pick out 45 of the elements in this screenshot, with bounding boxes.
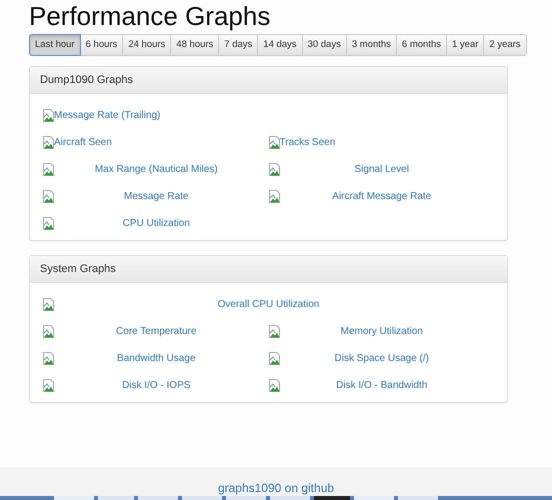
- time-range-button[interactable]: 7 days: [218, 34, 258, 56]
- broken-image-icon: [268, 379, 280, 392]
- time-range-button[interactable]: 2 years: [483, 34, 527, 56]
- github-link[interactable]: graphs1090 on github: [218, 481, 334, 495]
- graph-link[interactable]: Disk I/O - IOPS: [122, 379, 190, 392]
- time-range-button[interactable]: 14 days: [257, 34, 303, 56]
- time-range-button[interactable]: 6 months: [396, 34, 447, 56]
- time-range-button[interactable]: 24 hours: [122, 34, 172, 56]
- graph-link[interactable]: Overall CPU Utilization: [218, 298, 320, 311]
- graph-link[interactable]: Aircraft Seen: [54, 136, 112, 149]
- time-range-button[interactable]: 3 months: [346, 34, 397, 56]
- broken-image-icon: [43, 298, 54, 311]
- broken-image-icon: [43, 325, 54, 338]
- graph-link[interactable]: Core Temperature: [116, 325, 196, 338]
- graph-link[interactable]: Disk I/O - Bandwidth: [336, 379, 428, 392]
- graph-link[interactable]: Aircraft Message Rate: [332, 190, 432, 203]
- graph-link[interactable]: Memory Utilization: [340, 325, 423, 338]
- graph-link[interactable]: Max Range (Nautical Miles): [94, 163, 218, 176]
- panel-title: Dump1090 Graphs: [40, 72, 133, 88]
- broken-image-icon: [43, 379, 54, 392]
- broken-image-icon: [268, 325, 280, 338]
- broken-image-icon: [268, 352, 280, 365]
- broken-image-icon: [43, 109, 54, 122]
- broken-image-icon: [43, 163, 54, 176]
- time-range-button[interactable]: Last hour: [29, 34, 81, 56]
- graph-link[interactable]: Signal Level: [354, 163, 409, 176]
- broken-image-icon: [43, 352, 54, 365]
- graph-link[interactable]: CPU Utilization: [122, 217, 190, 230]
- broken-image-icon: [268, 190, 280, 203]
- broken-image-icon: [43, 136, 54, 149]
- time-range-button[interactable]: 6 hours: [80, 34, 124, 56]
- graph-link[interactable]: Message Rate: [124, 190, 188, 203]
- time-range-button[interactable]: 48 hours: [170, 34, 220, 56]
- graph-link[interactable]: Message Rate (Trailing): [54, 109, 160, 122]
- broken-image-icon: [268, 136, 280, 149]
- broken-image-icon: [43, 217, 54, 230]
- panel-title: System Graphs: [40, 262, 116, 277]
- broken-image-icon: [268, 163, 280, 176]
- time-range-button[interactable]: 30 days: [302, 34, 347, 56]
- graph-link[interactable]: Disk Space Usage (/): [334, 352, 429, 365]
- broken-image-icon: [43, 190, 54, 203]
- graph-link[interactable]: Bandwidth Usage: [117, 352, 196, 365]
- graph-link[interactable]: Tracks Seen: [280, 136, 336, 149]
- time-range-button[interactable]: 1 year: [446, 34, 484, 56]
- page-title: Performance Graphs: [29, 1, 270, 31]
